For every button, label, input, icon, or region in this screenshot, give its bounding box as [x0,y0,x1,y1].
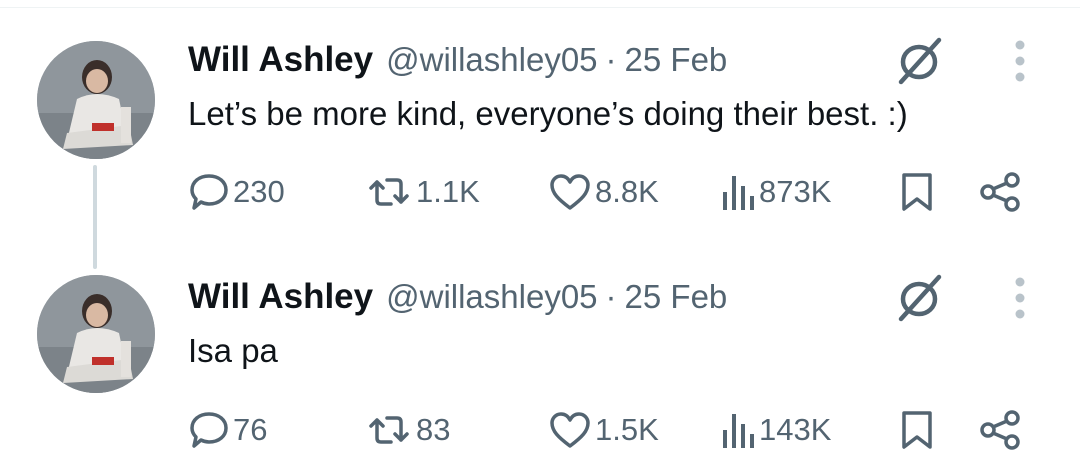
avatar[interactable] [37,41,155,159]
grok-button[interactable] [893,271,947,325]
grok-icon [898,274,942,322]
grok-button[interactable] [893,34,947,88]
author-handle[interactable]: @willashley05 [386,41,597,79]
views-count: 873K [759,174,832,209]
reply-count: 76 [233,412,268,447]
like-button[interactable]: 1.5K [548,405,659,455]
grok-icon [898,37,942,85]
views-button[interactable]: 143K [720,405,831,455]
reply-count: 230 [233,174,285,209]
bookmark-icon [902,173,932,211]
retweet-count: 83 [416,412,451,447]
tweet-text: Let’s be more kind, everyone’s doing the… [188,95,908,132]
avatar[interactable] [37,275,155,393]
more-button[interactable] [1004,273,1036,323]
author-name[interactable]: Will Ashley [188,40,373,80]
heart-icon [550,412,590,448]
reply-icon [190,174,228,210]
tweet-header: Will Ashley @willashley05 · 25 Feb [188,275,727,319]
retweet-button[interactable]: 1.1K [365,167,480,217]
retweet-button[interactable]: 83 [365,405,450,455]
reply-button[interactable]: 230 [188,167,285,217]
heart-icon [550,174,590,210]
views-count: 143K [759,412,832,447]
retweet-icon [369,416,409,444]
reply-icon [190,412,228,448]
separator: · [605,278,617,315]
more-button[interactable] [1004,36,1036,86]
share-icon [980,410,1020,450]
bookmark-icon [902,411,932,449]
like-count: 1.5K [595,412,659,447]
share-button[interactable] [978,405,1022,455]
more-vertical-icon [1015,277,1025,319]
more-vertical-icon [1015,40,1025,82]
tweet-header: Will Ashley @willashley05 · 25 Feb [188,38,727,82]
views-button[interactable]: 873K [720,167,831,217]
tweet-date[interactable]: 25 Feb [625,41,728,79]
share-button[interactable] [978,167,1022,217]
like-button[interactable]: 8.8K [548,167,659,217]
reply-button[interactable]: 76 [188,405,267,455]
like-count: 8.8K [595,174,659,209]
tweet-2[interactable]: Will Ashley @willashley05 · 25 Feb Isa p… [0,265,1080,457]
tweet-1[interactable]: Will Ashley @willashley05 · 25 Feb Let’s… [0,0,1080,269]
tweet-date[interactable]: 25 Feb [625,278,728,316]
author-name[interactable]: Will Ashley [188,277,373,317]
bookmark-button[interactable] [900,167,934,217]
views-icon [723,414,754,448]
separator: · [605,41,617,78]
share-icon [980,172,1020,212]
action-bar: 76 83 1.5K 143K [0,405,1080,455]
bookmark-button[interactable] [900,405,934,455]
views-icon [723,176,754,210]
retweet-icon [369,178,409,206]
action-bar: 230 1.1K 8.8K 873K [0,167,1080,217]
retweet-count: 1.1K [416,174,480,209]
tweet-text: Isa pa [188,332,278,369]
author-handle[interactable]: @willashley05 [386,278,597,316]
